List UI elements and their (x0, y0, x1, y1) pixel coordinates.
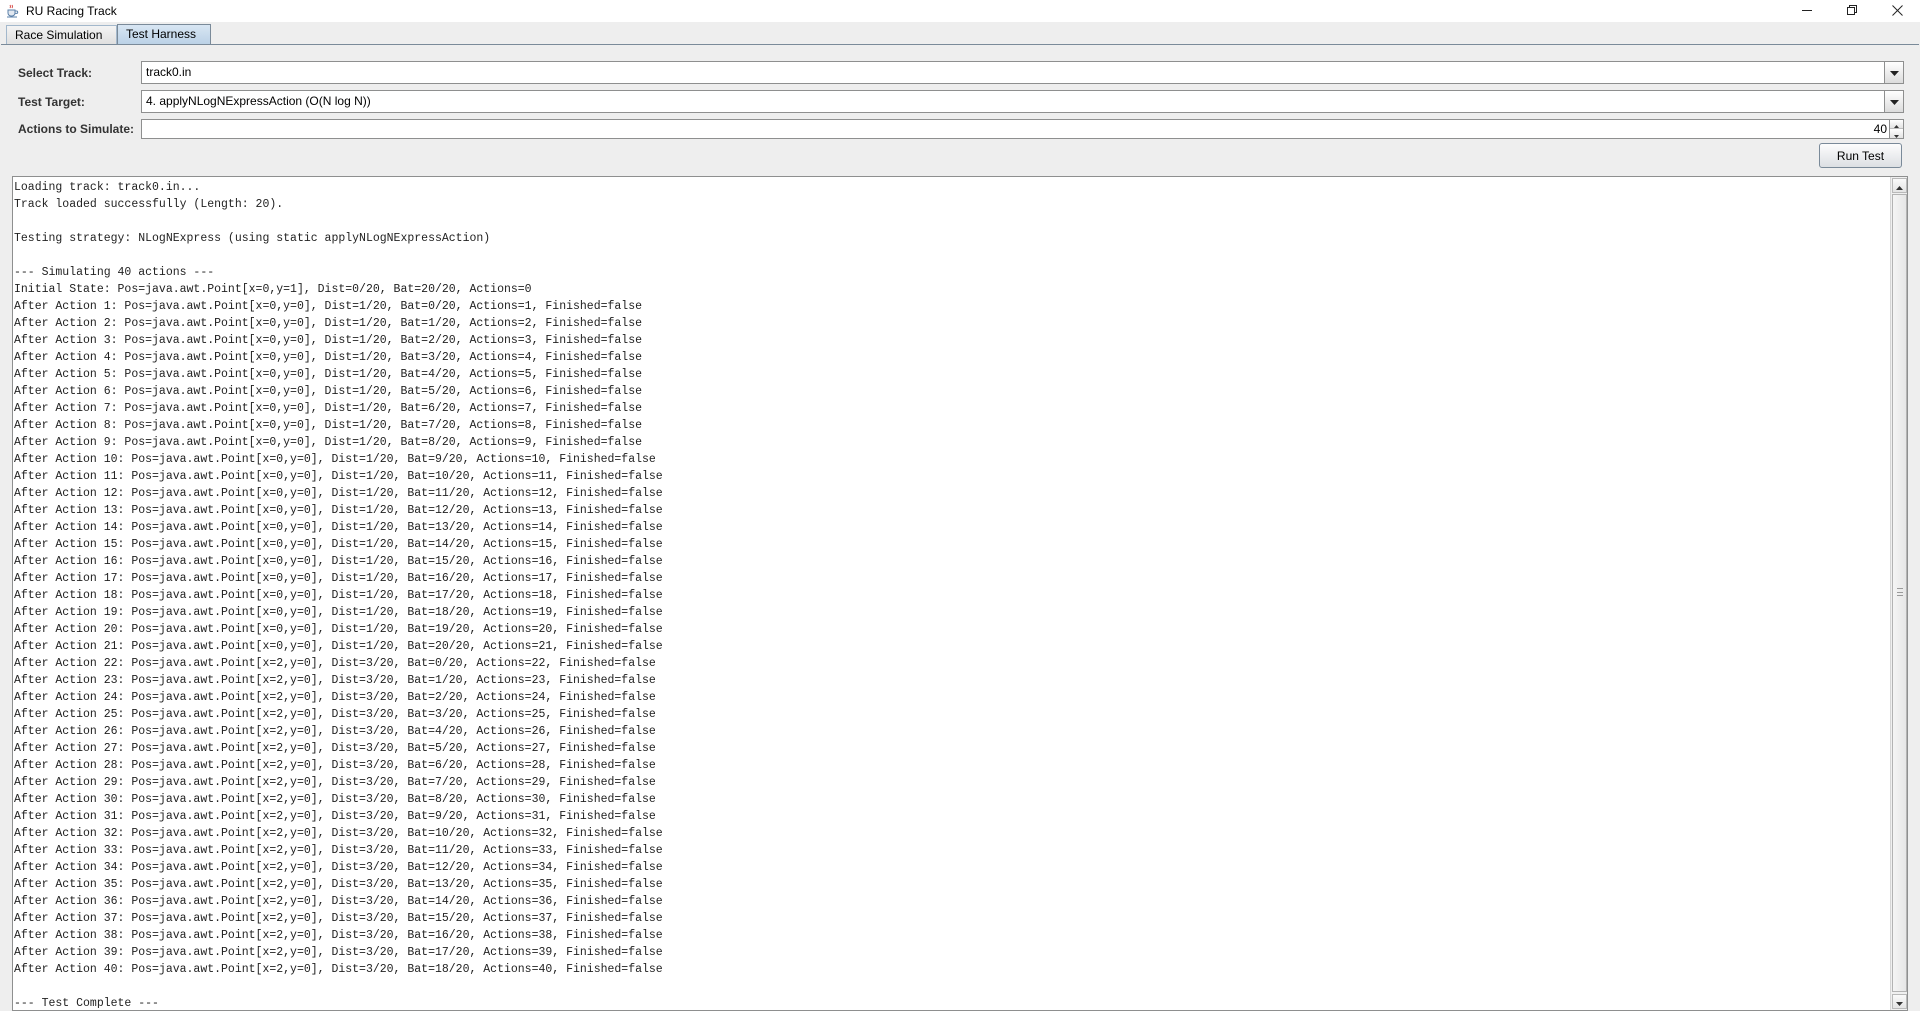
select-track-dropdown-button[interactable] (1884, 62, 1903, 83)
log-line: Testing strategy: NLogNExpress (using st… (14, 232, 491, 245)
log-line: After Action 4: Pos=java.awt.Point[x=0,y… (14, 351, 643, 364)
test-harness-panel: Select Track: track0.in Test Target: 4. … (1, 44, 1919, 1011)
tab-race-simulation[interactable]: Race Simulation (6, 25, 117, 45)
chevron-down-icon (1889, 93, 1899, 111)
spinner-decrement-button[interactable] (1890, 129, 1903, 138)
select-track-value: track0.in (146, 65, 192, 79)
log-line: After Action 38: Pos=java.awt.Point[x=2,… (14, 929, 663, 942)
log-line: After Action 13: Pos=java.awt.Point[x=0,… (14, 504, 663, 517)
select-track-label: Select Track: (18, 66, 93, 80)
log-line: After Action 6: Pos=java.awt.Point[x=0,y… (14, 385, 643, 398)
window-controls (1785, 0, 1920, 22)
actions-to-simulate-label: Actions to Simulate: (18, 122, 135, 136)
log-line: After Action 33: Pos=java.awt.Point[x=2,… (14, 844, 663, 857)
log-line: After Action 10: Pos=java.awt.Point[x=0,… (14, 453, 656, 466)
output-vertical-scrollbar[interactable] (1890, 177, 1907, 1010)
log-line: After Action 11: Pos=java.awt.Point[x=0,… (14, 470, 663, 483)
log-line: After Action 17: Pos=java.awt.Point[x=0,… (14, 572, 663, 585)
log-line: Track loaded successfully (Length: 20). (14, 198, 284, 211)
log-line: After Action 30: Pos=java.awt.Point[x=2,… (14, 793, 656, 806)
test-target-dropdown-button[interactable] (1884, 91, 1903, 112)
log-line: After Action 39: Pos=java.awt.Point[x=2,… (14, 946, 663, 959)
log-line: After Action 21: Pos=java.awt.Point[x=0,… (14, 640, 663, 653)
log-line: After Action 24: Pos=java.awt.Point[x=2,… (14, 691, 656, 704)
log-line: After Action 32: Pos=java.awt.Point[x=2,… (14, 827, 663, 840)
log-line: After Action 20: Pos=java.awt.Point[x=0,… (14, 623, 663, 636)
log-line: After Action 31: Pos=java.awt.Point[x=2,… (14, 810, 656, 823)
close-button[interactable] (1875, 0, 1920, 22)
log-line: After Action 16: Pos=java.awt.Point[x=0,… (14, 555, 663, 568)
test-target-value: 4. applyNLogNExpressAction (O(N log N)) (146, 94, 371, 108)
restore-icon (1847, 3, 1858, 19)
log-line: --- Simulating 40 actions --- (14, 266, 215, 279)
chevron-down-icon (1889, 64, 1899, 82)
actions-to-simulate-spinner[interactable]: 40 (141, 119, 1904, 139)
actions-to-simulate-value: 40 (1873, 122, 1887, 136)
tab-test-harness[interactable]: Test Harness (117, 24, 211, 46)
log-line: After Action 18: Pos=java.awt.Point[x=0,… (14, 589, 663, 602)
select-track-combo[interactable]: track0.in (141, 61, 1904, 84)
log-line: After Action 40: Pos=java.awt.Point[x=2,… (14, 963, 663, 976)
log-line: Loading track: track0.in... (14, 181, 201, 194)
scroll-down-button[interactable] (1892, 994, 1907, 1009)
output-log-area[interactable]: Loading track: track0.in... Track loaded … (12, 176, 1908, 1011)
log-line: After Action 14: Pos=java.awt.Point[x=0,… (14, 521, 663, 534)
log-line: After Action 34: Pos=java.awt.Point[x=2,… (14, 861, 663, 874)
java-cup-icon (5, 4, 19, 18)
spinner-buttons (1889, 120, 1903, 138)
minimize-button[interactable] (1785, 0, 1830, 22)
log-line: After Action 19: Pos=java.awt.Point[x=0,… (14, 606, 663, 619)
chevron-up-icon (1896, 177, 1903, 195)
log-line: After Action 27: Pos=java.awt.Point[x=2,… (14, 742, 656, 755)
log-line: Initial State: Pos=java.awt.Point[x=0,y=… (14, 283, 532, 296)
log-line: --- Test Complete --- (14, 997, 159, 1008)
chevron-down-icon (1894, 125, 1899, 143)
tab-strip: Race Simulation Test Harness (0, 22, 1920, 46)
log-line: After Action 3: Pos=java.awt.Point[x=0,y… (14, 334, 643, 347)
log-line: After Action 22: Pos=java.awt.Point[x=2,… (14, 657, 656, 670)
log-line: After Action 25: Pos=java.awt.Point[x=2,… (14, 708, 656, 721)
test-target-combo[interactable]: 4. applyNLogNExpressAction (O(N log N)) (141, 90, 1904, 113)
log-line: After Action 15: Pos=java.awt.Point[x=0,… (14, 538, 663, 551)
run-test-button[interactable]: Run Test (1819, 143, 1902, 168)
log-line: After Action 28: Pos=java.awt.Point[x=2,… (14, 759, 656, 772)
log-line: After Action 2: Pos=java.awt.Point[x=0,y… (14, 317, 643, 330)
log-line: After Action 5: Pos=java.awt.Point[x=0,y… (14, 368, 643, 381)
log-line: After Action 35: Pos=java.awt.Point[x=2,… (14, 878, 663, 891)
log-line: After Action 1: Pos=java.awt.Point[x=0,y… (14, 300, 643, 313)
log-line: After Action 8: Pos=java.awt.Point[x=0,y… (14, 419, 643, 432)
output-log-text: Loading track: track0.in... Track loaded … (14, 179, 1890, 1008)
window-titlebar[interactable]: RU Racing Track (0, 0, 1920, 22)
chevron-down-icon (1896, 993, 1903, 1011)
grip-icon (1897, 588, 1903, 596)
log-line: After Action 7: Pos=java.awt.Point[x=0,y… (14, 402, 643, 415)
log-line: After Action 23: Pos=java.awt.Point[x=2,… (14, 674, 656, 687)
log-line: After Action 26: Pos=java.awt.Point[x=2,… (14, 725, 656, 738)
scroll-up-button[interactable] (1892, 178, 1907, 193)
log-line: After Action 29: Pos=java.awt.Point[x=2,… (14, 776, 656, 789)
test-target-label: Test Target: (18, 95, 85, 109)
minimize-icon (1802, 3, 1813, 19)
close-icon (1892, 3, 1903, 19)
window-title: RU Racing Track (26, 4, 117, 18)
log-line: After Action 36: Pos=java.awt.Point[x=2,… (14, 895, 663, 908)
log-line: After Action 9: Pos=java.awt.Point[x=0,y… (14, 436, 643, 449)
log-line: After Action 37: Pos=java.awt.Point[x=2,… (14, 912, 663, 925)
log-line: After Action 12: Pos=java.awt.Point[x=0,… (14, 487, 663, 500)
maximize-button[interactable] (1830, 0, 1875, 22)
scroll-thumb[interactable] (1892, 194, 1907, 992)
